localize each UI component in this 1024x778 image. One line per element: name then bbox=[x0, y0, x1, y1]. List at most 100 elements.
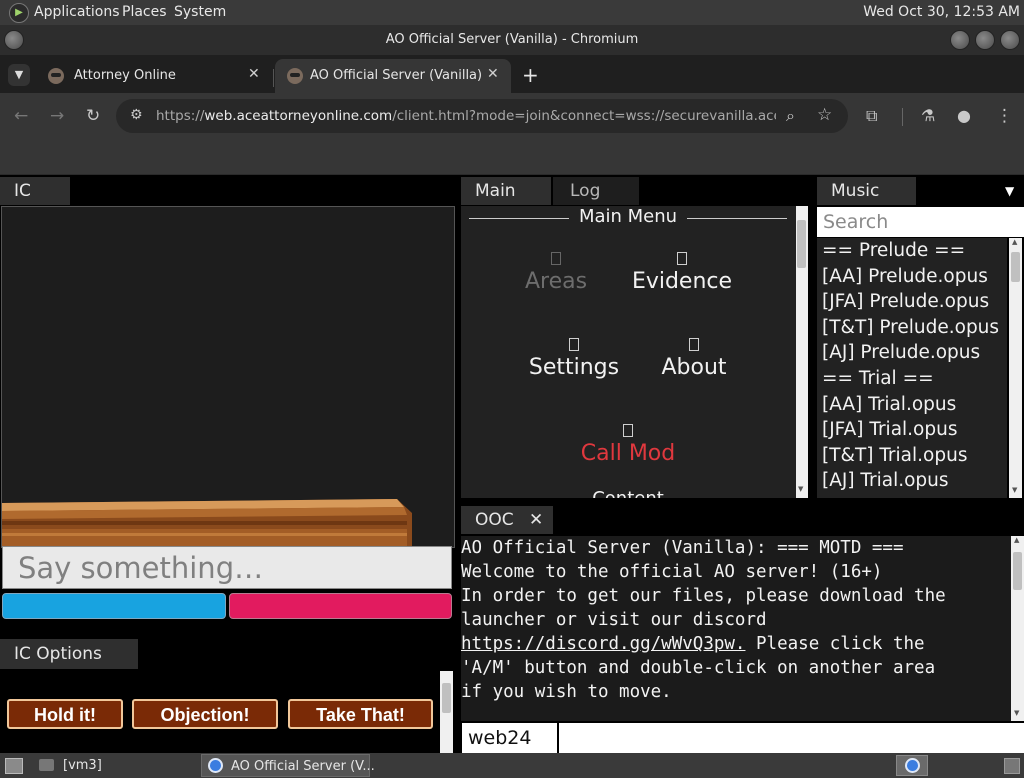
ooc-tab-label: OOC bbox=[475, 510, 514, 530]
show-desktop-icon[interactable] bbox=[5, 758, 23, 774]
tab-divider bbox=[273, 69, 274, 87]
tab-music[interactable]: Music bbox=[817, 177, 916, 205]
extensions-puzzle-icon[interactable]: ⧉ bbox=[866, 106, 877, 126]
tab-log[interactable]: Log bbox=[553, 177, 639, 205]
close-ooc-icon[interactable]: ✕ bbox=[529, 506, 543, 534]
music-item[interactable]: [AJ] Trial.opus bbox=[817, 468, 1007, 494]
settings-icon bbox=[569, 338, 579, 351]
evidence-button[interactable]: Evidence bbox=[602, 252, 762, 294]
ooc-scrollbar[interactable]: ▲ ▼ bbox=[1011, 536, 1024, 721]
prosecution-health-bar bbox=[229, 593, 452, 619]
zoom-icon[interactable]: ⌕ bbox=[786, 106, 795, 126]
scroll-down-arrow-icon[interactable]: ▼ bbox=[798, 485, 803, 493]
taskbar-chromium-window[interactable]: AO Official Server (V... bbox=[201, 754, 375, 777]
site-settings-icon[interactable]: ⚙ bbox=[130, 107, 143, 123]
music-dropdown-arrow-icon[interactable]: ▼ bbox=[1005, 184, 1014, 198]
evidence-icon bbox=[677, 252, 687, 265]
ic-viewport bbox=[1, 206, 455, 548]
close-window-icon[interactable] bbox=[1000, 30, 1020, 50]
desktop-bottom-panel: [vm3] AO Official Server (V... bbox=[0, 753, 1024, 778]
bookmark-star-icon[interactable]: ☆ bbox=[817, 105, 832, 125]
about-label: About bbox=[661, 355, 727, 380]
hold-it-button[interactable]: Hold it! bbox=[7, 699, 123, 729]
ooc-message-input[interactable] bbox=[559, 723, 1024, 753]
maximize-icon[interactable] bbox=[975, 30, 995, 50]
back-arrow-icon[interactable]: ← bbox=[14, 106, 28, 126]
main-menu-title: Main Menu bbox=[578, 206, 678, 227]
music-item[interactable]: [JFA] Prelude.opus bbox=[817, 289, 1007, 315]
music-item[interactable]: [JFA] Trial.opus bbox=[817, 417, 1007, 443]
workspace-switcher[interactable] bbox=[896, 755, 928, 776]
music-item[interactable]: [T&T] Trial.opus bbox=[817, 443, 1007, 469]
url-scheme: https:// bbox=[156, 108, 205, 124]
attorney-online-favicon-icon bbox=[48, 68, 64, 84]
workspace-label[interactable]: [vm3] bbox=[63, 758, 102, 773]
tab-ic[interactable]: IC bbox=[0, 177, 70, 205]
ao-client-page: IC Say something… IC Options Hold it! Ob… bbox=[0, 175, 1024, 753]
labs-flask-icon[interactable]: ⚗ bbox=[921, 106, 935, 125]
scroll-up-arrow-icon[interactable]: ▲ bbox=[1012, 238, 1017, 246]
ic-message-input[interactable]: Say something… bbox=[2, 546, 452, 589]
forward-arrow-icon[interactable]: → bbox=[50, 106, 64, 126]
tab-title: AO Official Server (Vanilla) bbox=[310, 68, 483, 83]
areas-icon bbox=[551, 252, 561, 265]
scroll-down-arrow-icon[interactable]: ▼ bbox=[1014, 709, 1019, 717]
discord-link[interactable]: https://discord.gg/wWvQ3pw. bbox=[461, 634, 745, 654]
applications-menu[interactable]: Applications bbox=[34, 4, 120, 20]
panel-clock[interactable]: Wed Oct 30, 12:53 AM bbox=[863, 4, 1020, 20]
music-item[interactable]: == Trial == bbox=[817, 366, 1007, 392]
ooc-name-input[interactable]: web24 bbox=[462, 723, 557, 753]
toolbar-divider bbox=[902, 108, 903, 126]
toolbar-spacer bbox=[0, 141, 1024, 175]
desktop-top-panel: ▶ Applications Places System Wed Oct 30,… bbox=[0, 0, 1024, 25]
window-title: AO Official Server (Vanilla) - Chromium bbox=[385, 32, 639, 47]
address-bar[interactable]: ⚙ https://web.aceattorneyonline.com/clie… bbox=[116, 99, 848, 133]
tab-search-chevron-icon[interactable]: ▼ bbox=[8, 64, 30, 86]
tab-ao-official-server[interactable]: AO Official Server (Vanilla) ✕ bbox=[275, 59, 511, 93]
window-title-bar[interactable]: AO Official Server (Vanilla) - Chromium bbox=[0, 25, 1024, 55]
ooc-line: launcher or visit our discord bbox=[461, 610, 767, 630]
tab-attorney-online[interactable]: Attorney Online ✕ bbox=[36, 59, 272, 93]
music-item[interactable]: [AJ] Prelude.opus bbox=[817, 340, 1007, 366]
scroll-down-arrow-icon[interactable]: ▼ bbox=[1012, 486, 1017, 494]
ooc-line: Welcome to the official AO server! (16+) bbox=[461, 562, 883, 582]
distro-logo-icon[interactable]: ▶ bbox=[9, 3, 29, 23]
tab-main[interactable]: Main bbox=[461, 177, 551, 205]
new-tab-plus-icon[interactable]: + bbox=[522, 63, 539, 87]
take-that-button[interactable]: Take That! bbox=[288, 699, 433, 729]
reload-icon[interactable]: ↻ bbox=[86, 106, 100, 126]
call-mod-button[interactable]: Call Mod bbox=[548, 424, 708, 466]
music-item[interactable]: == Prelude == bbox=[817, 238, 1007, 264]
ic-options-scrollbar[interactable] bbox=[440, 671, 453, 753]
close-tab-icon[interactable]: ✕ bbox=[487, 66, 499, 82]
chromium-icon bbox=[905, 758, 920, 773]
kebab-menu-icon[interactable]: ⋮ bbox=[996, 106, 1013, 126]
settings-label: Settings bbox=[528, 355, 620, 380]
tab-ic-options[interactable]: IC Options bbox=[0, 639, 138, 669]
folder-icon[interactable] bbox=[39, 759, 54, 771]
music-search-input[interactable]: Search bbox=[817, 207, 1024, 237]
system-menu[interactable]: System bbox=[174, 4, 226, 20]
close-tab-icon[interactable]: ✕ bbox=[248, 66, 260, 82]
trash-icon[interactable] bbox=[1004, 758, 1020, 774]
attorney-online-favicon-icon bbox=[287, 68, 303, 84]
objection-button[interactable]: Objection! bbox=[132, 699, 278, 729]
music-list: == Prelude == [AA] Prelude.opus [JFA] Pr… bbox=[817, 238, 1007, 498]
music-item[interactable]: [T&T] Prelude.opus bbox=[817, 315, 1007, 341]
about-button[interactable]: About bbox=[614, 338, 774, 380]
tab-title: Attorney Online bbox=[74, 68, 176, 83]
places-menu[interactable]: Places bbox=[122, 4, 167, 20]
call-mod-label: Call Mod bbox=[580, 441, 676, 466]
music-scrollbar[interactable]: ▲ ▼ bbox=[1009, 238, 1022, 498]
menu-title-rule-right bbox=[687, 218, 787, 219]
minimize-icon[interactable] bbox=[950, 30, 970, 50]
scroll-up-arrow-icon[interactable]: ▲ bbox=[1014, 536, 1019, 544]
url-text[interactable]: https://web.aceattorneyonline.com/client… bbox=[156, 108, 776, 124]
main-menu-scrollbar[interactable]: ▼ bbox=[796, 206, 808, 498]
content-button[interactable]: Content bbox=[548, 488, 708, 498]
music-item[interactable]: [AA] Trial.opus bbox=[817, 392, 1007, 418]
profile-icon[interactable]: ● bbox=[957, 106, 971, 125]
tab-ooc[interactable]: OOC ✕ bbox=[461, 506, 553, 534]
chromium-icon bbox=[208, 758, 223, 773]
music-item[interactable]: [AA] Prelude.opus bbox=[817, 264, 1007, 290]
